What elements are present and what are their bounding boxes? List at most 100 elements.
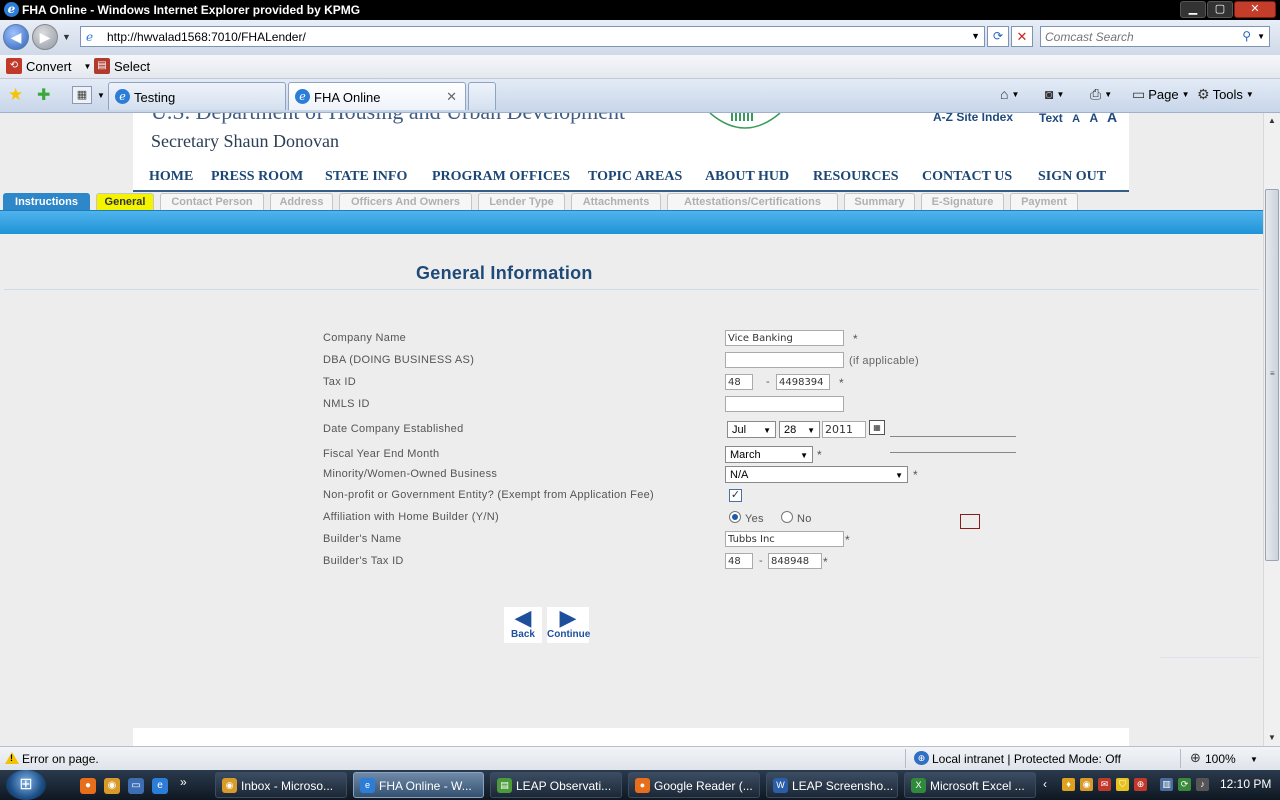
scroll-up-icon[interactable]: ▲ [1264,113,1280,129]
print-dropdown-icon[interactable]: ▼ [1104,90,1112,99]
refresh-button[interactable]: ⟳ [987,26,1009,47]
nav-sign-out[interactable]: SIGN OUT [1038,169,1106,185]
tools-menu-button[interactable]: ⚙ Tools ▼ [1197,86,1254,103]
convert-button[interactable]: ⟲ Convert ▼ [6,58,91,74]
nav-resources[interactable]: RESOURCES [813,169,899,185]
favorites-star-icon[interactable]: ★ [8,85,23,105]
browser-tab-fha-online[interactable]: e FHA Online ✕ [288,82,466,110]
tools-dropdown-icon[interactable]: ▼ [1246,90,1254,99]
nav-home[interactable]: HOME [149,169,193,185]
browser-tab-testing[interactable]: e Testing [108,82,286,110]
date-day-select[interactable]: 28 ▼ [779,421,820,438]
select-button[interactable]: ▤ Select [94,58,150,74]
company-name-input[interactable] [725,330,844,346]
home-dropdown-icon[interactable]: ▼ [1011,90,1019,99]
back-button[interactable]: ◀ Back [504,607,542,643]
recent-pages-dropdown-icon[interactable]: ▼ [62,32,71,42]
taskbar-item-inbox[interactable]: ◉ Inbox - Microso... [215,772,347,798]
taskbar-item-leap-observation[interactable]: ▤ LEAP Observati... [490,772,622,798]
quick-tabs-icon[interactable]: ▦ [72,86,92,104]
volume-muted-icon[interactable]: ♪ [1196,778,1209,791]
new-tab-button[interactable] [468,82,496,110]
search-icon[interactable]: ⚲ [1242,29,1251,43]
builder-tax-id-prefix-input[interactable] [725,553,753,569]
calendar-icon[interactable]: ▦ [869,420,885,435]
add-favorite-icon[interactable]: ✚ [37,85,50,105]
builder-name-input[interactable] [725,531,844,547]
minimize-button[interactable]: ▁ [1180,1,1206,18]
security-zone[interactable]: Local intranet | Protected Mode: Off [932,752,1121,766]
search-box[interactable]: ⚲ ▼ [1040,26,1270,47]
affiliation-no-label[interactable]: No [797,513,812,525]
affiliation-yes-radio[interactable] [729,511,741,523]
taskbar-item-excel[interactable]: X Microsoft Excel ... [904,772,1036,798]
tax-id-suffix-input[interactable] [776,374,830,390]
text-size-small[interactable]: A [1072,113,1080,125]
nonprofit-checkbox[interactable]: ✓ [729,489,742,502]
date-month-select[interactable]: Jul ▼ [727,421,776,438]
tray-expand-icon[interactable]: ‹ [1043,777,1047,791]
scroll-down-icon[interactable]: ▼ [1264,730,1280,746]
status-message[interactable]: Error on page. [22,752,99,766]
feeds-button[interactable]: ◙ ▼ [1045,86,1064,102]
system-clock[interactable]: 12:10 PM [1220,777,1271,791]
site-index-link[interactable]: A-Z Site Index [933,113,1013,124]
show-desktop-icon[interactable]: ▭ [128,778,144,794]
vertical-scrollbar[interactable]: ▲ ≡ ▼ [1263,113,1280,746]
zoom-dropdown-icon[interactable]: ▼ [1250,755,1258,764]
nav-program-offices[interactable]: PROGRAM OFFICES [432,169,570,185]
builder-tax-id-suffix-input[interactable] [768,553,822,569]
wizard-tab-general[interactable]: General [96,193,154,210]
stop-button[interactable]: ✕ [1011,26,1033,47]
date-year-input[interactable] [822,421,866,438]
outlook-tray-icon[interactable]: ◉ [1080,778,1093,791]
scrollbar-thumb[interactable]: ≡ [1265,189,1279,561]
feeds-dropdown-icon[interactable]: ▼ [1056,90,1064,99]
close-tab-icon[interactable]: ✕ [446,89,457,105]
taskbar-item-google-reader[interactable]: ● Google Reader (... [628,772,760,798]
minority-owned-select[interactable]: N/A ▼ [725,466,908,483]
fiscal-year-end-select[interactable]: March ▼ [725,446,813,463]
print-button[interactable]: ⎙ ▼ [1090,86,1112,103]
nav-contact-us[interactable]: CONTACT US [922,169,1012,185]
security-tray-icon[interactable]: ♦ [1062,778,1075,791]
text-size-large[interactable]: A [1107,113,1117,125]
ie-quicklaunch-icon[interactable]: e [152,778,168,794]
sync-tray-icon[interactable]: ⟳ [1178,778,1191,791]
address-bar[interactable]: e http://hwvalad1568:7010/FHALender/ ▼ [80,26,985,47]
tab-list-dropdown-icon[interactable]: ▼ [97,91,105,100]
nav-topic-areas[interactable]: TOPIC AREAS [588,169,682,185]
zoom-level[interactable]: 100% [1205,752,1236,766]
start-button[interactable]: ⊞ [6,770,46,800]
home-button[interactable]: ⌂ ▼ [1000,86,1019,102]
continue-button[interactable]: ▶ Continue [547,607,590,643]
nav-state-info[interactable]: STATE INFO [325,169,407,185]
mail-tray-icon[interactable]: ✉ [1098,778,1111,791]
firefox-icon[interactable]: ● [80,778,96,794]
network-tray-icon[interactable]: ▥ [1160,778,1173,791]
tax-id-prefix-input[interactable] [725,374,753,390]
wizard-tab-instructions[interactable]: Instructions [3,193,90,210]
nav-about-hud[interactable]: ABOUT HUD [705,169,789,185]
page-menu-button[interactable]: ▭ Page ▼ [1132,86,1190,103]
convert-dropdown-icon[interactable]: ▼ [84,62,92,71]
address-dropdown-icon[interactable]: ▼ [971,31,980,41]
taskbar-item-leap-screenshot[interactable]: W LEAP Screensho... [766,772,898,798]
dba-input[interactable] [725,352,844,368]
shield-tray-icon[interactable]: ⛉ [1116,778,1129,791]
quicklaunch-more-icon[interactable]: » [180,775,187,789]
text-size-medium[interactable]: A [1089,113,1097,125]
warning-icon[interactable] [5,752,19,764]
outlook-icon[interactable]: ◉ [104,778,120,794]
nav-press-room[interactable]: PRESS ROOM [211,169,303,185]
address-url[interactable]: http://hwvalad1568:7010/FHALender/ [107,30,306,44]
taskbar-item-fha-online[interactable]: e FHA Online - W... [353,772,484,798]
back-nav-button[interactable]: ◀ [3,24,29,50]
search-options-dropdown-icon[interactable]: ▼ [1257,32,1265,41]
page-dropdown-icon[interactable]: ▼ [1182,90,1190,99]
search-input[interactable] [1045,29,1240,44]
forward-nav-button[interactable]: ▶ [32,24,58,50]
affiliation-no-radio[interactable] [781,511,793,523]
nmls-id-input[interactable] [725,396,844,412]
maximize-button[interactable]: ▢ [1207,1,1233,18]
